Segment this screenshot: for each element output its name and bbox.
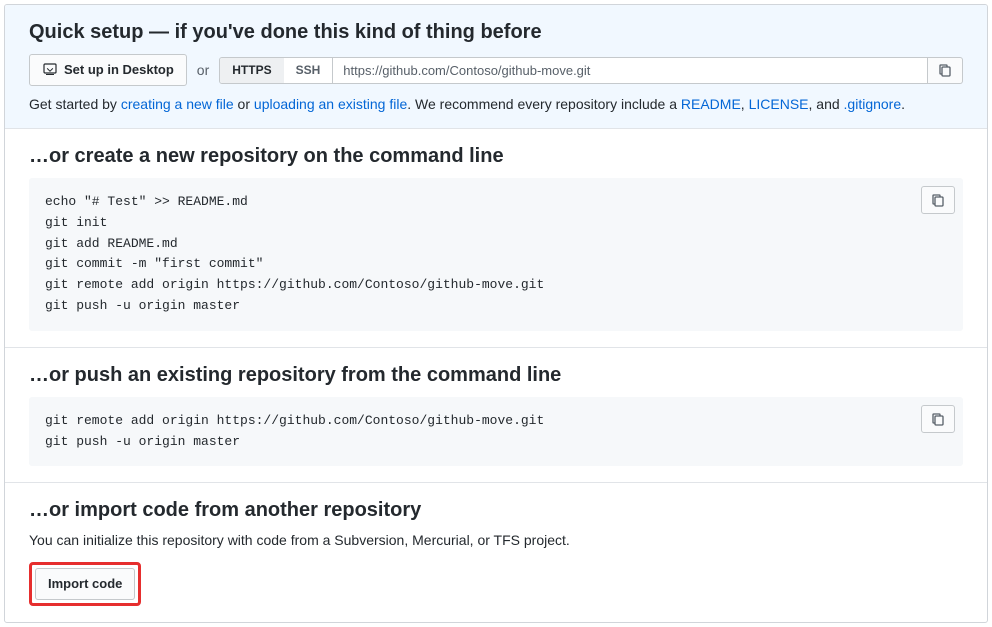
protocol-tabs: HTTPS SSH	[219, 57, 333, 84]
link-license[interactable]: LICENSE	[749, 96, 809, 112]
create-repo-section: …or create a new repository on the comma…	[5, 129, 987, 348]
import-description: You can initialize this repository with …	[29, 532, 963, 548]
clone-url-group: HTTPS SSH	[219, 57, 963, 84]
quick-setup-help: Get started by creating a new file or up…	[29, 96, 963, 112]
setup-row: Set up in Desktop or HTTPS SSH	[29, 54, 963, 86]
import-code-section: …or import code from another repository …	[5, 483, 987, 622]
copy-url-button[interactable]	[928, 57, 963, 84]
desktop-download-icon	[42, 62, 58, 78]
import-highlight: Import code	[29, 562, 141, 606]
push-code-block[interactable]: git remote add origin https://github.com…	[29, 397, 963, 467]
import-heading: …or import code from another repository	[29, 499, 963, 522]
clipboard-icon	[931, 412, 945, 426]
clipboard-icon	[931, 193, 945, 207]
setup-in-desktop-button[interactable]: Set up in Desktop	[29, 54, 187, 86]
link-create-new-file[interactable]: creating a new file	[121, 96, 234, 112]
import-code-button[interactable]: Import code	[35, 568, 135, 600]
repo-setup-panel: Quick setup — if you've done this kind o…	[4, 4, 988, 623]
quick-setup-heading: Quick setup — if you've done this kind o…	[29, 21, 963, 44]
clipboard-icon	[938, 63, 952, 77]
copy-push-code-button[interactable]	[921, 405, 955, 433]
copy-create-code-button[interactable]	[921, 186, 955, 214]
tab-ssh[interactable]: SSH	[284, 58, 333, 83]
tab-https[interactable]: HTTPS	[220, 58, 283, 83]
quick-setup-section: Quick setup — if you've done this kind o…	[5, 5, 987, 129]
setup-in-desktop-label: Set up in Desktop	[64, 60, 174, 80]
create-code-wrap: echo "# Test" >> README.md git init git …	[29, 178, 963, 331]
link-readme[interactable]: README	[681, 96, 741, 112]
push-repo-heading: …or push an existing repository from the…	[29, 364, 963, 387]
link-upload-existing-file[interactable]: uploading an existing file	[254, 96, 407, 112]
link-gitignore[interactable]: .gitignore	[844, 96, 902, 112]
push-code-wrap: git remote add origin https://github.com…	[29, 397, 963, 467]
clone-url-input[interactable]	[333, 57, 928, 84]
create-code-block[interactable]: echo "# Test" >> README.md git init git …	[29, 178, 963, 331]
create-repo-heading: …or create a new repository on the comma…	[29, 145, 963, 168]
push-repo-section: …or push an existing repository from the…	[5, 348, 987, 484]
or-text: or	[197, 62, 209, 78]
